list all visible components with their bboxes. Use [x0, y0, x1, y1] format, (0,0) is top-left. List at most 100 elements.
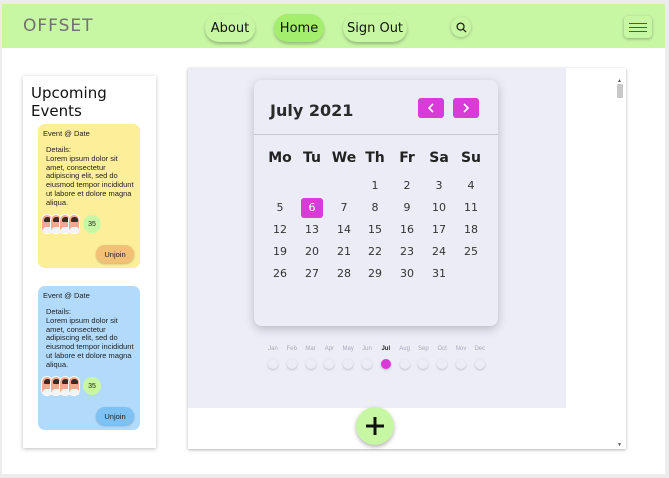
- app-logo[interactable]: OFFSET: [23, 16, 94, 36]
- calendar-day[interactable]: 4: [460, 176, 482, 196]
- timeline-month-label: Jul: [381, 346, 391, 352]
- scroll-down-arrow-icon[interactable]: ▼: [617, 442, 622, 448]
- avatar: [68, 376, 80, 396]
- calendar-day[interactable]: 19: [269, 242, 291, 262]
- timeline-month-label: Jun: [362, 346, 372, 352]
- calendar-card: July 2021 Mo Tu We Th Fr Sa Su 1 2 3 4 5 6 7 8 9 10 11 12 1…: [254, 80, 498, 326]
- timeline-month-dot[interactable]: [362, 359, 372, 369]
- calendar-day[interactable]: 11: [460, 198, 482, 218]
- timeline-month-label: Sep: [418, 346, 429, 352]
- calendar-day-today[interactable]: 6: [301, 198, 323, 218]
- chevron-right-icon: [463, 103, 470, 113]
- calendar-day[interactable]: 26: [269, 264, 291, 284]
- unjoin-button[interactable]: Unjoin: [96, 407, 134, 425]
- events-title: Upcoming Events: [31, 84, 107, 120]
- calendar-day[interactable]: 31: [428, 264, 450, 284]
- calendar-day[interactable]: 12: [269, 220, 291, 240]
- calendar-day[interactable]: 10: [428, 198, 450, 218]
- calendar-day[interactable]: 29: [364, 264, 386, 284]
- calendar-day[interactable]: 24: [428, 242, 450, 262]
- calendar-day[interactable]: 25: [460, 242, 482, 262]
- calendar-day[interactable]: 15: [364, 220, 386, 240]
- calendar-day[interactable]: 8: [364, 198, 386, 218]
- calendar-day[interactable]: 9: [396, 198, 418, 218]
- timeline-month-dot[interactable]: [343, 359, 354, 369]
- attendee-avatars: 35: [41, 214, 101, 234]
- top-navbar: OFFSET About Home Sign Out: [2, 4, 665, 48]
- add-event-button[interactable]: [356, 407, 394, 445]
- calendar-day[interactable]: 7: [333, 198, 355, 218]
- avatar: [68, 214, 80, 234]
- calendar-day[interactable]: 16: [396, 220, 418, 240]
- timeline-month-dot[interactable]: [286, 359, 297, 369]
- attendee-count: 35: [83, 215, 101, 233]
- calendar-next-button[interactable]: [453, 98, 479, 118]
- timeline-month-label: Oct: [437, 346, 447, 352]
- scroll-thumb[interactable]: [617, 84, 623, 98]
- calendar-day[interactable]: 5: [269, 198, 291, 218]
- weekday-header: Th: [365, 150, 385, 166]
- calendar-day[interactable]: 21: [333, 242, 355, 262]
- weekday-header: Mo: [268, 150, 292, 166]
- search-icon: [455, 21, 467, 33]
- chevron-left-icon: [427, 103, 434, 113]
- event-card[interactable]: Event @ Date Details: Lorem ipsum dolor …: [38, 124, 140, 268]
- timeline-month-label: Mar: [305, 346, 316, 352]
- timeline-month-label: Feb: [286, 346, 297, 352]
- search-button[interactable]: [451, 17, 471, 37]
- calendar-day[interactable]: 3: [428, 176, 450, 196]
- calendar-day[interactable]: 23: [396, 242, 418, 262]
- timeline-month-label: Dec: [474, 346, 486, 352]
- calendar-prev-button[interactable]: [418, 98, 444, 118]
- timeline-month-dot[interactable]: [305, 359, 316, 369]
- weekday-header: Su: [460, 150, 482, 166]
- timeline-month-label: Apr: [324, 346, 335, 352]
- event-details-text: Lorem ipsum dolor sit amet, consectetur …: [46, 153, 134, 207]
- event-details: Details: Lorem ipsum dolor sit amet, con…: [46, 145, 134, 208]
- nav-about-button[interactable]: About: [205, 14, 255, 42]
- event-title: Event @ Date: [43, 291, 90, 300]
- event-details: Details: Lorem ipsum dolor sit amet, con…: [46, 307, 134, 370]
- attendee-count: 35: [83, 377, 101, 395]
- calendar-day[interactable]: 20: [301, 242, 323, 262]
- main-content-panel: July 2021 Mo Tu We Th Fr Sa Su 1 2 3 4 5 6 7 8 9 10 11 12 1…: [188, 68, 626, 449]
- timeline-month-dot[interactable]: [474, 359, 485, 369]
- calendar-day[interactable]: 22: [364, 242, 386, 262]
- nav-home-button[interactable]: Home: [274, 14, 324, 42]
- timeline-month-label: Nov: [455, 346, 467, 352]
- plus-icon: [366, 417, 384, 435]
- calendar-day[interactable]: 2: [396, 176, 418, 196]
- calendar-month-label: July 2021: [270, 101, 354, 120]
- timeline-month-dot[interactable]: [380, 359, 391, 369]
- timeline-month-dot[interactable]: [456, 359, 466, 369]
- calendar-day[interactable]: 28: [333, 264, 355, 284]
- timeline-month-dot[interactable]: [418, 359, 429, 369]
- timeline-month-dot[interactable]: [268, 359, 278, 369]
- hamburger-menu-button[interactable]: [624, 16, 652, 38]
- app-window: OFFSET About Home Sign Out Upcoming Even…: [2, 4, 665, 474]
- event-title: Event @ Date: [43, 129, 90, 138]
- calendar-day[interactable]: 17: [428, 220, 450, 240]
- timeline-month-dot[interactable]: [399, 359, 410, 369]
- weekday-header: Tu: [303, 150, 321, 166]
- unjoin-button[interactable]: Unjoin: [96, 245, 134, 263]
- weekday-header: Fr: [399, 150, 415, 166]
- weekday-header: We: [331, 150, 357, 166]
- calendar-day[interactable]: 14: [333, 220, 355, 240]
- event-card[interactable]: Event @ Date Details: Lorem ipsum dolor …: [38, 286, 140, 430]
- scrollbar[interactable]: ▲ ▼: [617, 78, 623, 448]
- calendar-divider: [254, 134, 498, 135]
- timeline-month-label: Jan: [268, 346, 278, 352]
- nav-signout-button[interactable]: Sign Out: [343, 14, 407, 42]
- calendar-day[interactable]: 30: [396, 264, 418, 284]
- attendee-avatars: 35: [41, 376, 101, 396]
- calendar-day[interactable]: 13: [301, 220, 323, 240]
- timeline-month-dot[interactable]: [324, 359, 335, 369]
- event-details-text: Lorem ipsum dolor sit amet, consectetur …: [46, 315, 134, 369]
- calendar-day[interactable]: 27: [301, 264, 323, 284]
- calendar-day[interactable]: 18: [460, 220, 482, 240]
- calendar-day[interactable]: 1: [364, 176, 386, 196]
- timeline-month-label: Aug: [399, 346, 410, 352]
- timeline-month-dot[interactable]: [437, 359, 448, 369]
- upcoming-events-panel: Upcoming Events Event @ Date Details: Lo…: [23, 76, 156, 448]
